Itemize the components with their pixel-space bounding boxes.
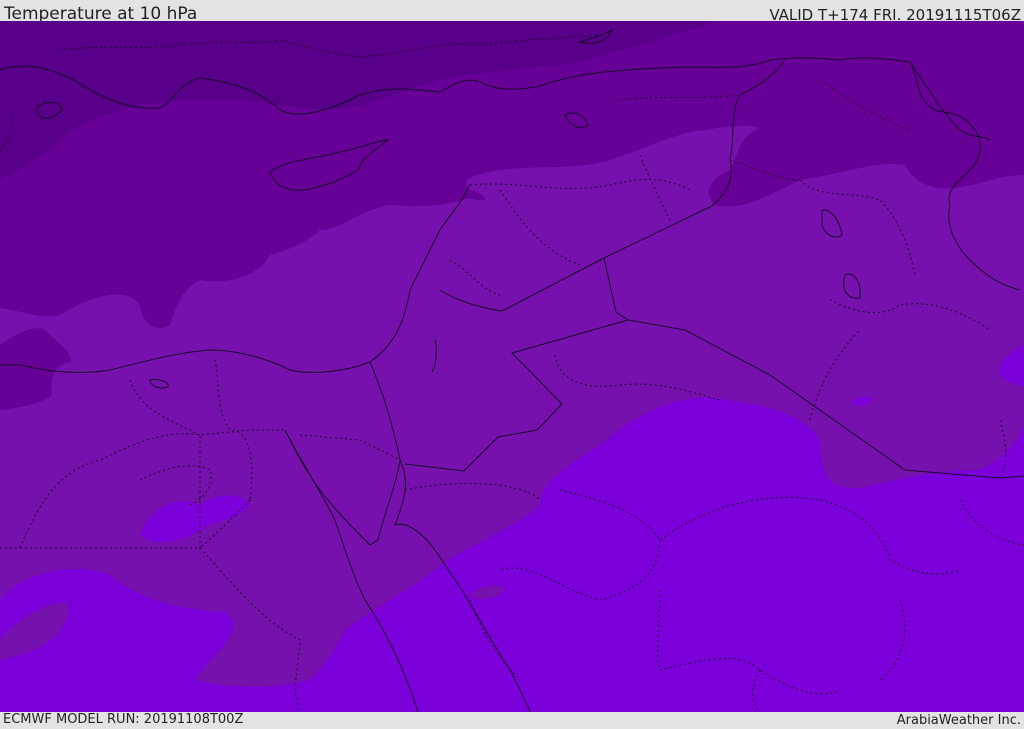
map-canvas	[0, 21, 1024, 712]
header-bar: Temperature at 10 hPa VALID T+174 FRI. 2…	[0, 0, 1024, 24]
footer-bar: ECMWF MODEL RUN: 20191108T00Z ArabiaWeat…	[0, 712, 1024, 729]
model-run: ECMWF MODEL RUN: 20191108T00Z	[3, 712, 244, 727]
credit-label: ArabiaWeather Inc.	[896, 713, 1021, 728]
weather-map[interactable]	[0, 21, 1024, 712]
